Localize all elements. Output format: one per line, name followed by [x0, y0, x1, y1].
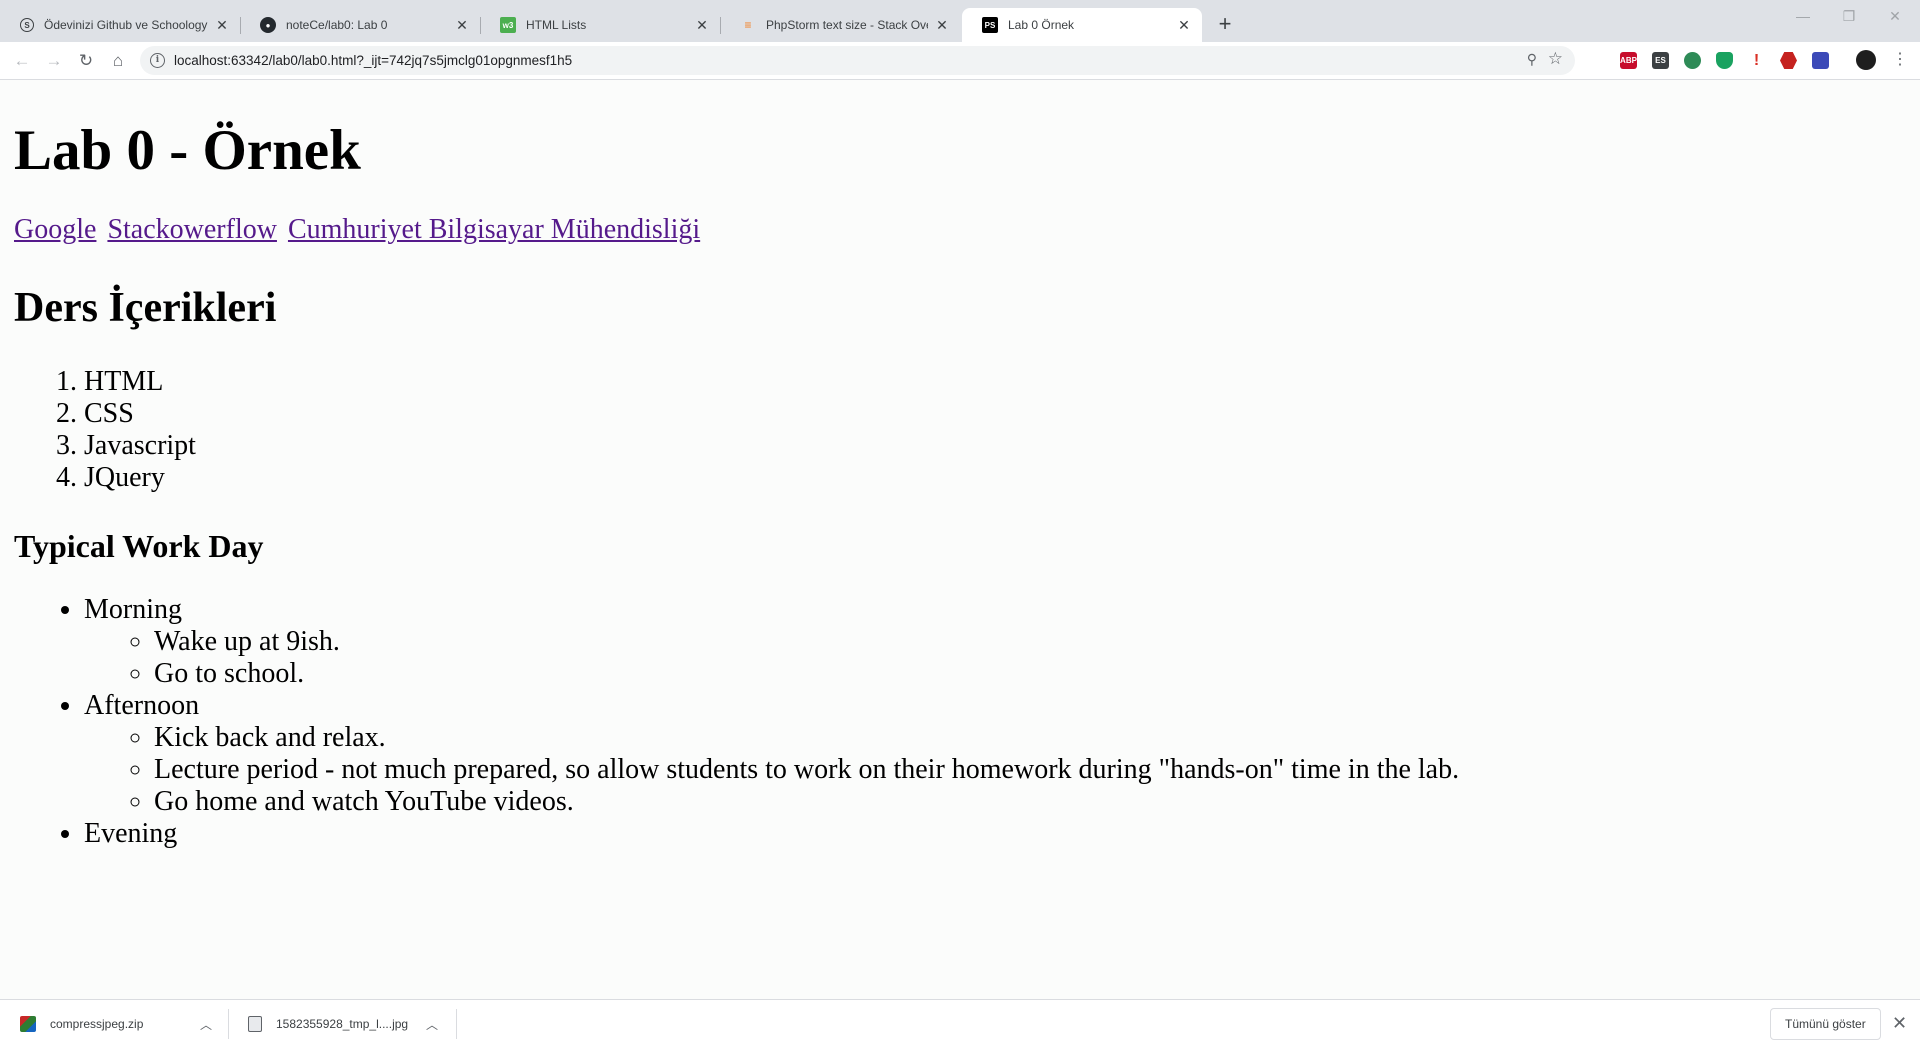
tab-title: Lab 0 Örnek	[1008, 18, 1075, 32]
tab-title: PhpStorm text size - Stack Overfl	[766, 18, 928, 32]
stackoverflow-link[interactable]: Stackowerflow	[107, 214, 277, 245]
tab-html-lists[interactable]: w3 HTML Lists ✕	[480, 8, 721, 42]
back-button[interactable]: ←	[10, 49, 34, 73]
download-item[interactable]: 1582355928_tmp_l....jpg ︿	[248, 1007, 448, 1041]
workday-heading: Typical Work Day	[14, 528, 264, 564]
w3schools-icon: w3	[500, 17, 516, 33]
divider	[456, 1009, 457, 1039]
tab-title: Ödevinizi Github ve Schoology Ü	[44, 18, 208, 32]
extension-hexagon-icon[interactable]	[1780, 52, 1797, 69]
chevron-up-icon[interactable]: ︿	[426, 1016, 438, 1033]
list-item: HTML	[84, 366, 196, 398]
list-item: Wake up at 9ish.	[154, 626, 1459, 658]
forward-button[interactable]: →	[42, 49, 66, 73]
extension-pin-icon[interactable]: !	[1748, 52, 1765, 69]
browser-toolbar: ← → ↻ ⌂ i localhost:63342/lab0/lab0.html…	[0, 42, 1920, 80]
home-button[interactable]: ⌂	[106, 49, 130, 73]
close-icon[interactable]: ✕	[454, 17, 470, 34]
morning-sublist: Wake up at 9ish. Go to school.	[84, 626, 1459, 690]
link-row: Google Stackowerflow Cumhuriyet Bilgisay…	[14, 213, 704, 247]
extension-screen-icon[interactable]	[1812, 52, 1829, 69]
downloads-bar: compressjpeg.zip ︿ 1582355928_tmp_l....j…	[0, 999, 1920, 1049]
extension-globe-icon[interactable]	[1684, 52, 1701, 69]
zoom-icon[interactable]: ⚲	[1527, 51, 1537, 68]
cumhuriyet-link[interactable]: Cumhuriyet Bilgisayar Mühendisliği	[288, 214, 700, 245]
download-item[interactable]: compressjpeg.zip ︿	[20, 1007, 220, 1041]
close-window-button[interactable]: ✕	[1872, 8, 1918, 34]
adblock-plus-icon[interactable]: ABP	[1620, 52, 1637, 69]
close-icon[interactable]: ✕	[934, 17, 950, 34]
courses-list: HTML CSS Javascript JQuery	[0, 366, 196, 494]
close-icon[interactable]: ✕	[1892, 1012, 1907, 1034]
list-item-evening: Evening	[84, 818, 1459, 850]
afternoon-sublist: Kick back and relax. Lecture period - no…	[84, 722, 1459, 818]
restore-button[interactable]: ❐	[1826, 8, 1872, 34]
zip-archive-icon	[20, 1016, 36, 1032]
phpstorm-icon: PS	[982, 17, 998, 33]
download-filename: compressjpeg.zip	[50, 1017, 144, 1031]
tab-title: HTML Lists	[526, 18, 587, 32]
new-tab-button[interactable]: +	[1212, 12, 1238, 38]
list-item: Go home and watch YouTube videos.	[154, 786, 1459, 818]
close-icon[interactable]: ✕	[214, 17, 230, 34]
url-text[interactable]: localhost:63342/lab0/lab0.html?_ijt=742j…	[174, 53, 572, 68]
tab-schoology[interactable]: S Ödevinizi Github ve Schoology Ü ✕	[0, 8, 241, 42]
stackoverflow-icon: ≡	[744, 18, 752, 32]
kebab-menu-icon[interactable]: ⋮	[1892, 50, 1908, 70]
reload-button[interactable]: ↻	[74, 49, 98, 73]
list-item: Kick back and relax.	[154, 722, 1459, 754]
tab-title: noteCe/lab0: Lab 0	[286, 18, 388, 32]
list-item-label: Afternoon	[84, 690, 200, 721]
google-link[interactable]: Google	[14, 214, 96, 245]
extension-shield-icon[interactable]	[1716, 52, 1733, 69]
image-file-icon	[248, 1016, 262, 1032]
download-filename: 1582355928_tmp_l....jpg	[276, 1017, 409, 1031]
page-title: Lab 0 - Örnek	[14, 119, 361, 182]
courses-heading: Ders İçerikleri	[14, 285, 277, 331]
divider	[228, 1009, 229, 1039]
show-all-button[interactable]: Tümünü göster	[1770, 1008, 1881, 1040]
site-info-icon[interactable]: i	[150, 53, 165, 68]
tab-strip: S Ödevinizi Github ve Schoology Ü ✕ ● no…	[0, 0, 1920, 42]
list-item-morning: Morning Wake up at 9ish. Go to school.	[84, 594, 1459, 690]
schoology-icon: S	[20, 18, 34, 32]
list-item: CSS	[84, 398, 196, 430]
profile-avatar[interactable]	[1856, 50, 1876, 70]
list-item-afternoon: Afternoon Kick back and relax. Lecture p…	[84, 690, 1459, 818]
github-icon: ●	[260, 17, 276, 33]
extension-es-icon[interactable]: ES	[1652, 52, 1669, 69]
page-content: Lab 0 - Örnek Google Stackowerflow Cumhu…	[0, 80, 1920, 1000]
chevron-up-icon[interactable]: ︿	[200, 1016, 212, 1033]
address-bar[interactable]: i localhost:63342/lab0/lab0.html?_ijt=74…	[140, 46, 1575, 75]
tab-stackoverflow[interactable]: ≡ PhpStorm text size - Stack Overfl ✕	[720, 8, 960, 42]
workday-list: Morning Wake up at 9ish. Go to school. A…	[0, 594, 1459, 850]
bookmark-star-icon[interactable]: ☆	[1548, 49, 1563, 69]
tab-lab0-ornek[interactable]: PS Lab 0 Örnek ✕	[962, 8, 1202, 42]
list-item-label: Morning	[84, 594, 182, 625]
list-item: JQuery	[84, 462, 196, 494]
minimize-button[interactable]: —	[1780, 8, 1826, 34]
list-item: Lecture period - not much prepared, so a…	[154, 754, 1459, 786]
tab-github[interactable]: ● noteCe/lab0: Lab 0 ✕	[240, 8, 481, 42]
list-item: Go to school.	[154, 658, 1459, 690]
list-item: Javascript	[84, 430, 196, 462]
close-icon[interactable]: ✕	[694, 17, 710, 34]
close-icon[interactable]: ✕	[1176, 17, 1192, 34]
